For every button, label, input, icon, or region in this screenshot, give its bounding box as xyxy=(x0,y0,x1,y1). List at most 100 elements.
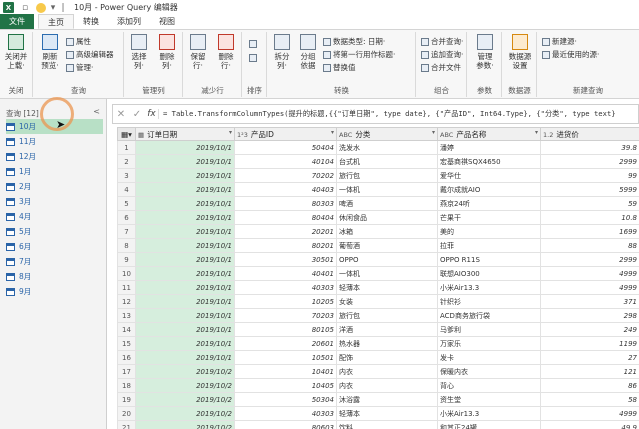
recent-sources-button[interactable]: 最近使用的源· xyxy=(542,49,599,60)
decimal-type-icon[interactable]: 1.2 xyxy=(543,131,553,139)
table-cell[interactable]: ACD商务旅行袋 xyxy=(437,308,541,323)
table-cell[interactable]: 沐浴露 xyxy=(336,392,438,407)
query-item-6[interactable]: 6月 xyxy=(6,239,103,254)
column-header-order-date[interactable]: ▦ 订单日期 ▾ xyxy=(135,127,235,141)
manage-parameters-button[interactable]: 管理 参数· xyxy=(472,34,498,70)
table-cell[interactable]: OPPO R11S xyxy=(437,252,541,267)
table-menu-button[interactable]: ▦▾ xyxy=(117,127,136,141)
table-cell[interactable]: 2999 xyxy=(540,154,639,169)
table-cell[interactable]: 万家乐 xyxy=(437,336,541,351)
table-cell[interactable]: 配饰 xyxy=(336,350,438,365)
keep-rows-button[interactable]: 保留 行· xyxy=(185,34,211,70)
table-cell[interactable]: 热水器 xyxy=(336,336,438,351)
row-number[interactable]: 12 xyxy=(117,294,136,309)
table-cell[interactable]: 2019/10/1 xyxy=(135,154,235,169)
table-cell[interactable]: 2019/10/1 xyxy=(135,294,235,309)
query-item-7[interactable]: 7月 xyxy=(6,254,103,269)
data-source-settings-button[interactable]: 数据源 设置 xyxy=(507,34,533,70)
table-cell[interactable]: 80603 xyxy=(234,420,337,429)
delete-rows-button[interactable]: 删除 行· xyxy=(213,34,239,70)
table-cell[interactable]: 40303 xyxy=(234,280,337,295)
replace-values-button[interactable]: 替换值 xyxy=(323,62,356,73)
row-number[interactable]: 1 xyxy=(117,140,136,155)
table-cell[interactable]: 20201 xyxy=(234,224,337,239)
table-cell[interactable]: 冰箱 xyxy=(336,224,438,239)
row-number[interactable]: 9 xyxy=(117,252,136,267)
remove-columns-button[interactable]: 删除 列· xyxy=(154,34,180,70)
table-cell[interactable]: 249 xyxy=(540,322,639,337)
fx-icon[interactable]: fx xyxy=(145,109,159,119)
table-cell[interactable]: 爱华仕 xyxy=(437,168,541,183)
query-item-11[interactable]: 11月 xyxy=(6,134,103,149)
row-number[interactable]: 13 xyxy=(117,308,136,323)
table-cell[interactable]: 2019/10/1 xyxy=(135,308,235,323)
column-header-product-name[interactable]: ABC 产品名称 ▾ xyxy=(437,127,541,141)
text-type-icon[interactable]: ABC xyxy=(440,131,453,139)
table-cell[interactable]: 371 xyxy=(540,294,639,309)
row-number[interactable]: 19 xyxy=(117,392,136,407)
table-cell[interactable]: 70202 xyxy=(234,168,337,183)
table-cell[interactable]: 2019/10/1 xyxy=(135,140,235,155)
table-cell[interactable]: 80105 xyxy=(234,322,337,337)
table-cell[interactable]: 2999 xyxy=(540,252,639,267)
table-cell[interactable]: 轻薄本 xyxy=(336,406,438,421)
table-cell[interactable]: 49.9 xyxy=(540,420,639,429)
row-number[interactable]: 15 xyxy=(117,336,136,351)
sort-descending-button[interactable] xyxy=(249,52,259,63)
tab-file[interactable]: 文件 xyxy=(0,14,34,29)
date-type-icon[interactable]: ▦ xyxy=(138,131,144,139)
table-cell[interactable]: 80201 xyxy=(234,238,337,253)
row-number[interactable]: 11 xyxy=(117,280,136,295)
split-column-button[interactable]: 拆分 列· xyxy=(269,34,295,70)
filter-dropdown-icon[interactable]: ▾ xyxy=(432,129,435,136)
table-cell[interactable]: 40403 xyxy=(234,182,337,197)
row-number[interactable]: 3 xyxy=(117,168,136,183)
filter-dropdown-icon[interactable]: ▾ xyxy=(535,129,538,136)
save-icon[interactable]: ▫ xyxy=(20,3,30,13)
table-cell[interactable]: 潘婷 xyxy=(437,140,541,155)
confirm-formula-button[interactable]: ✓ xyxy=(129,109,145,120)
table-cell[interactable]: 休闲食品 xyxy=(336,210,438,225)
table-cell[interactable]: 99 xyxy=(540,168,639,183)
table-cell[interactable]: 27 xyxy=(540,350,639,365)
table-cell[interactable]: 121 xyxy=(540,364,639,379)
table-cell[interactable]: 2019/10/1 xyxy=(135,168,235,183)
table-cell[interactable]: 50304 xyxy=(234,392,337,407)
choose-columns-button[interactable]: 选择 列· xyxy=(126,34,152,70)
first-row-header-button[interactable]: 将第一行用作标题· xyxy=(323,49,395,60)
row-number[interactable]: 7 xyxy=(117,224,136,239)
table-cell[interactable]: 小米Air13.3 xyxy=(437,280,541,295)
query-item-9[interactable]: 9月 xyxy=(6,284,103,299)
table-cell[interactable]: 葡萄酒 xyxy=(336,238,438,253)
table-cell[interactable]: 2019/10/1 xyxy=(135,336,235,351)
append-queries-button[interactable]: 追加查询· xyxy=(421,49,463,60)
table-cell[interactable]: 拉菲 xyxy=(437,238,541,253)
row-number[interactable]: 18 xyxy=(117,378,136,393)
table-cell[interactable]: 2019/10/1 xyxy=(135,182,235,197)
table-cell[interactable]: 80303 xyxy=(234,196,337,211)
table-cell[interactable]: 背心 xyxy=(437,378,541,393)
integer-type-icon[interactable]: 1²3 xyxy=(237,131,248,139)
query-item-3[interactable]: 3月 xyxy=(6,194,103,209)
row-number[interactable]: 2 xyxy=(117,154,136,169)
table-cell[interactable]: 保暖内衣 xyxy=(437,364,541,379)
table-cell[interactable]: 马爹利 xyxy=(437,322,541,337)
table-cell[interactable]: 2019/10/1 xyxy=(135,224,235,239)
table-cell[interactable]: 资生堂 xyxy=(437,392,541,407)
cancel-formula-button[interactable]: ✕ xyxy=(113,109,129,120)
formula-input[interactable]: = Table.TransformColumnTypes(提升的标题,{{"订单… xyxy=(163,109,638,119)
row-number[interactable]: 14 xyxy=(117,322,136,337)
row-number[interactable]: 10 xyxy=(117,266,136,281)
table-cell[interactable]: 内衣 xyxy=(336,364,438,379)
table-cell[interactable]: 台式机 xyxy=(336,154,438,169)
query-item-4[interactable]: 4月 xyxy=(6,209,103,224)
table-cell[interactable]: 小米Air13.3 xyxy=(437,406,541,421)
table-cell[interactable]: 旅行包 xyxy=(336,308,438,323)
table-cell[interactable]: 58 xyxy=(540,392,639,407)
data-type-dropdown[interactable]: 数据类型: 日期· xyxy=(323,36,385,47)
table-cell[interactable]: 芒果干 xyxy=(437,210,541,225)
table-cell[interactable]: 40104 xyxy=(234,154,337,169)
refresh-preview-button[interactable]: 刷新 预览· xyxy=(37,34,63,70)
table-cell[interactable]: 2019/10/1 xyxy=(135,350,235,365)
tab-home[interactable]: 主页 xyxy=(38,14,74,29)
